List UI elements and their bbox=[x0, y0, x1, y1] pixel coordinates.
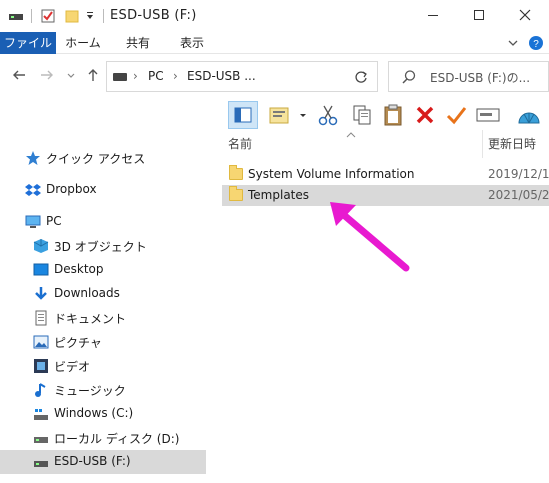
nav-desktop[interactable]: Desktop bbox=[0, 258, 206, 282]
search-icon bbox=[401, 69, 417, 88]
cut-icon[interactable] bbox=[316, 103, 340, 127]
search-input[interactable]: ESD-USB (F:)の... bbox=[388, 61, 549, 92]
folder-icon bbox=[229, 165, 243, 180]
address-bar[interactable]: › PC › ESD-USB ... bbox=[106, 61, 440, 92]
annotation-arrow bbox=[330, 202, 410, 272]
nav-label: ビデオ bbox=[54, 360, 91, 374]
column-header-name[interactable]: 名前 bbox=[228, 135, 252, 152]
pictures-icon bbox=[33, 334, 49, 350]
tab-share[interactable]: 共有 bbox=[118, 32, 158, 54]
music-icon bbox=[33, 382, 49, 398]
nav-quick-access[interactable]: クイック アクセス bbox=[0, 146, 206, 170]
nav-music[interactable]: ミュージック bbox=[0, 378, 206, 402]
column-divider[interactable] bbox=[482, 130, 483, 158]
chevron-down-icon[interactable] bbox=[506, 36, 520, 50]
drive-icon bbox=[113, 73, 127, 81]
nav-label: Downloads bbox=[54, 286, 120, 300]
minimize-button[interactable] bbox=[410, 0, 456, 30]
ribbon-tabs: ファイル ホーム 共有 表示 ? bbox=[0, 32, 549, 54]
maximize-button[interactable] bbox=[456, 0, 502, 30]
folder-icon bbox=[229, 186, 243, 201]
video-icon bbox=[33, 358, 49, 374]
help-icon[interactable]: ? bbox=[528, 35, 544, 51]
nav-drive-d[interactable]: ローカル ディスク (D:) bbox=[0, 426, 206, 450]
nav-pictures[interactable]: ピクチャ bbox=[0, 330, 206, 354]
customize-qat-icon[interactable] bbox=[84, 8, 96, 24]
column-header-date[interactable]: 更新日時 bbox=[488, 135, 536, 152]
nav-dropbox[interactable]: Dropbox bbox=[0, 178, 206, 202]
forward-button[interactable] bbox=[38, 67, 56, 85]
up-button[interactable] bbox=[84, 67, 102, 85]
rename-icon[interactable] bbox=[476, 103, 500, 127]
title-bar: ESD-USB (F:) bbox=[0, 0, 549, 32]
quick-toolbar bbox=[0, 100, 549, 130]
download-icon bbox=[33, 286, 49, 302]
nav-label: Desktop bbox=[54, 262, 104, 276]
refresh-button[interactable] bbox=[344, 61, 378, 92]
windows-drive-icon bbox=[33, 406, 49, 422]
close-button[interactable] bbox=[502, 0, 548, 30]
window-title: ESD-USB (F:) bbox=[110, 8, 197, 23]
nav-label: ローカル ディスク (D:) bbox=[54, 432, 180, 446]
file-name: Templates bbox=[248, 188, 310, 202]
star-icon bbox=[25, 150, 41, 166]
layout-dropdown-icon[interactable] bbox=[296, 103, 310, 127]
nav-label: ドキュメント bbox=[54, 312, 127, 326]
nav-label: クイック アクセス bbox=[46, 152, 146, 166]
file-date: 2021/05/22 bbox=[488, 188, 549, 202]
navigation-pane-button[interactable] bbox=[228, 101, 258, 129]
tab-file[interactable]: ファイル bbox=[0, 32, 56, 54]
nav-documents[interactable]: ドキュメント bbox=[0, 306, 206, 330]
file-date: 2019/12/10 bbox=[488, 167, 549, 181]
copy-icon[interactable] bbox=[350, 103, 374, 127]
check-icon[interactable] bbox=[444, 103, 468, 127]
nav-label: ピクチャ bbox=[54, 336, 102, 350]
separator bbox=[28, 8, 34, 24]
breadcrumb-pc[interactable]: PC bbox=[148, 69, 164, 83]
document-icon bbox=[33, 310, 49, 326]
3d-objects-icon bbox=[33, 238, 49, 254]
nav-label: PC bbox=[46, 214, 62, 228]
breadcrumb-esd-usb[interactable]: ESD-USB ... bbox=[187, 69, 256, 83]
new-folder-icon[interactable] bbox=[64, 8, 80, 24]
layout-button[interactable] bbox=[265, 103, 293, 127]
usb-drive-icon bbox=[33, 454, 49, 470]
file-list: 名前 更新日時 System Volume Information 2019/1… bbox=[212, 130, 549, 483]
nav-drive-c[interactable]: Windows (C:) bbox=[0, 402, 206, 426]
paste-icon[interactable] bbox=[381, 103, 405, 127]
file-name: System Volume Information bbox=[248, 167, 415, 181]
pc-icon bbox=[25, 214, 41, 230]
search-placeholder: ESD-USB (F:)の... bbox=[430, 71, 531, 85]
breadcrumb-separator: › bbox=[173, 69, 178, 83]
breadcrumb-separator: › bbox=[133, 69, 138, 83]
drive-icon bbox=[8, 8, 24, 24]
recent-locations-button[interactable] bbox=[62, 67, 80, 85]
tab-view[interactable]: 表示 bbox=[172, 32, 212, 54]
nav-label: ESD-USB (F:) bbox=[54, 454, 131, 468]
address-row: › PC › ESD-USB ... ESD-USB (F:)の... bbox=[0, 54, 549, 100]
nav-3d-objects[interactable]: 3D オブジェクト bbox=[0, 234, 206, 258]
nav-pc[interactable]: PC bbox=[0, 210, 206, 234]
nav-drive-f[interactable]: ESD-USB (F:) bbox=[0, 450, 206, 474]
delete-icon[interactable] bbox=[413, 103, 437, 127]
separator bbox=[100, 8, 106, 24]
back-button[interactable] bbox=[10, 67, 28, 85]
nav-label: 3D オブジェクト bbox=[54, 240, 147, 254]
navigation-pane: クイック アクセス Dropbox PC 3D オブジェクト Desktop D… bbox=[0, 130, 212, 483]
sort-ascending-icon bbox=[346, 127, 356, 141]
nav-label: ミュージック bbox=[54, 384, 126, 398]
nav-label: Dropbox bbox=[46, 182, 97, 196]
svg-text:?: ? bbox=[533, 39, 539, 50]
drive-icon bbox=[33, 430, 49, 446]
properties-icon[interactable] bbox=[40, 8, 56, 24]
desktop-icon bbox=[33, 262, 49, 278]
dropbox-icon bbox=[25, 182, 41, 198]
nav-label: Windows (C:) bbox=[54, 406, 134, 420]
nav-videos[interactable]: ビデオ bbox=[0, 354, 206, 378]
refresh-icon bbox=[354, 71, 367, 83]
shell-icon[interactable] bbox=[514, 103, 544, 127]
file-row[interactable]: System Volume Information 2019/12/10 bbox=[222, 164, 549, 185]
nav-downloads[interactable]: Downloads bbox=[0, 282, 206, 306]
tab-home[interactable]: ホーム bbox=[62, 32, 104, 54]
